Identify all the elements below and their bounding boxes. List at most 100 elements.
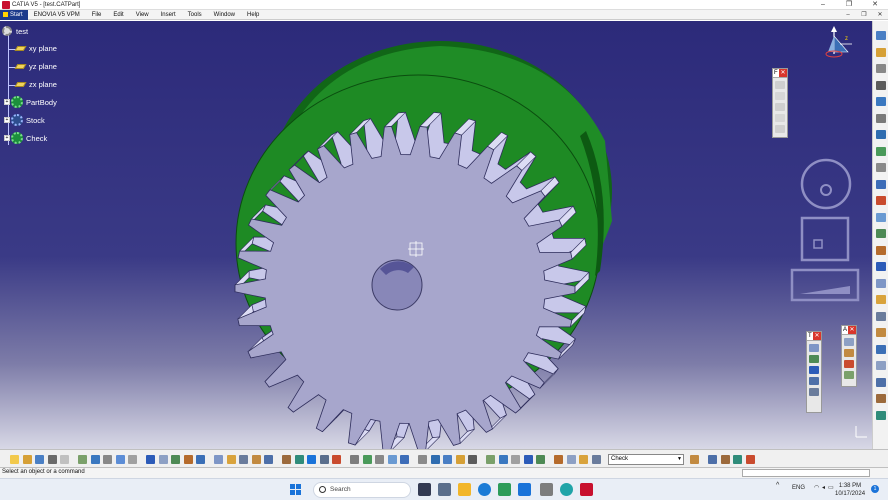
app-icon[interactable] [540,483,553,496]
toolbar-button[interactable] [455,455,465,464]
toolbar-button[interactable] [35,455,44,464]
toolbar-button[interactable] [307,455,316,464]
toolbar-header[interactable]: A ✕ [842,326,856,335]
toolbar-button[interactable] [251,455,261,464]
toolbar-button[interactable] [443,455,452,464]
toolbar-button[interactable] [158,455,168,464]
toolbar-button[interactable] [876,179,886,189]
toolbar-button[interactable] [468,455,477,464]
toolbar-button[interactable] [60,455,69,464]
toolbar-button[interactable] [498,455,508,464]
toolbar-button[interactable] [876,344,886,354]
app-icon[interactable] [560,483,573,496]
toolbar-button[interactable] [809,355,819,363]
catia-taskbar-icon[interactable] [580,483,593,496]
3d-viewport[interactable]: test xy plane yz plane zx plane + PartBo… [0,21,872,449]
clock[interactable]: 1:38 PM 10/17/2024 [835,482,865,498]
toolbar-button[interactable] [47,455,57,464]
toolbar-button[interactable] [708,455,717,464]
command-input[interactable] [742,469,870,477]
toolbar-header[interactable]: F ✕ [773,69,787,78]
doc-restore-button[interactable]: ❐ [856,10,872,20]
toolbar-button[interactable] [591,455,601,464]
close-icon[interactable]: ✕ [779,69,787,77]
toolbar-button[interactable] [876,394,886,403]
close-button[interactable]: ✕ [862,0,888,10]
menu-help[interactable]: Help [241,10,265,20]
store-icon[interactable] [518,483,531,496]
toolbar-button[interactable] [876,64,886,73]
toolbar-button[interactable] [876,361,886,370]
toolbar-button[interactable] [362,455,372,464]
mail-icon[interactable] [438,483,451,496]
wifi-icon[interactable]: ◠ [814,484,819,491]
toolbar-button[interactable] [876,113,886,123]
doc-minimize-button[interactable]: – [840,10,856,20]
task-view-icon[interactable] [418,483,431,496]
toolbar-button[interactable] [214,455,223,464]
check-select[interactable]: Check ▼ [608,454,684,465]
toolbar-button[interactable] [511,455,520,464]
toolbar-button[interactable] [775,114,785,122]
toolbar-button[interactable] [876,229,886,238]
toolbar-button[interactable] [809,366,819,374]
toolbar-button[interactable] [876,97,886,106]
toolbar-button[interactable] [809,388,819,396]
tree-root[interactable]: test [2,26,28,36]
chevron-up-icon[interactable]: ^ [776,482,779,489]
windows-icon[interactable] [290,484,301,495]
start-menu-button[interactable]: Start [0,9,28,20]
toolbar-button[interactable] [523,455,533,464]
expand-icon[interactable]: + [4,135,10,141]
toolbar-button[interactable] [171,455,180,464]
toolbar-button[interactable] [876,410,886,420]
menu-enovia[interactable]: ENOVIA V5 VPM [28,10,86,20]
tree-item-stock[interactable]: + Stock [4,114,45,126]
toolbar-button[interactable] [128,455,137,464]
tree-item-xy-plane[interactable]: xy plane [14,44,57,53]
toolbar-button[interactable] [579,455,588,464]
toolbar-header[interactable]: T ✕ [807,332,821,341]
toolbar-button[interactable] [775,125,785,133]
toolbar-button[interactable] [809,344,819,352]
toolbar-button[interactable] [876,47,886,57]
toolbar-button[interactable] [775,103,785,111]
toolbar-button[interactable] [294,455,304,464]
expand-icon[interactable]: + [4,117,10,123]
toolbar-button[interactable] [146,455,155,464]
toolbar-button[interactable] [264,455,273,464]
toolbar-button[interactable] [486,455,495,464]
tree-item-partbody[interactable]: + PartBody [4,96,57,108]
toolbar-button[interactable] [745,455,755,464]
toolbar-button[interactable] [10,455,19,464]
menu-edit[interactable]: Edit [107,10,129,20]
toolbar-button[interactable] [103,455,112,464]
toolbar-button[interactable] [319,455,329,464]
expand-icon[interactable]: + [4,99,10,105]
toolbar-button[interactable] [430,455,440,464]
toolbar-button[interactable] [554,455,563,464]
toolbar-button[interactable] [876,311,886,321]
doc-close-button[interactable]: ✕ [872,10,888,20]
toolbar-button[interactable] [226,455,236,464]
toolbar-button[interactable] [720,455,730,464]
app-icon[interactable] [498,483,511,496]
menu-view[interactable]: View [130,10,155,20]
toolbar-button[interactable] [566,455,576,464]
menu-tools[interactable]: Tools [182,10,208,20]
toolbar-button[interactable] [418,455,427,464]
toolbar-button[interactable] [282,455,291,464]
toolbar-button[interactable] [876,80,886,90]
toolbar-button[interactable] [876,163,886,172]
close-icon[interactable]: ✕ [813,332,821,340]
toolbar-button[interactable] [196,455,205,464]
toolbar-button[interactable] [690,455,699,464]
toolbar-button[interactable] [78,455,87,464]
toolbar-button[interactable] [183,455,193,464]
toolbar-button[interactable] [733,455,742,464]
compass-icon[interactable]: z [818,24,858,64]
toolbar-button[interactable] [876,377,886,387]
toolbar-button[interactable] [876,146,886,156]
toolbar-button[interactable] [876,328,886,337]
toolbar-button[interactable] [809,377,819,385]
